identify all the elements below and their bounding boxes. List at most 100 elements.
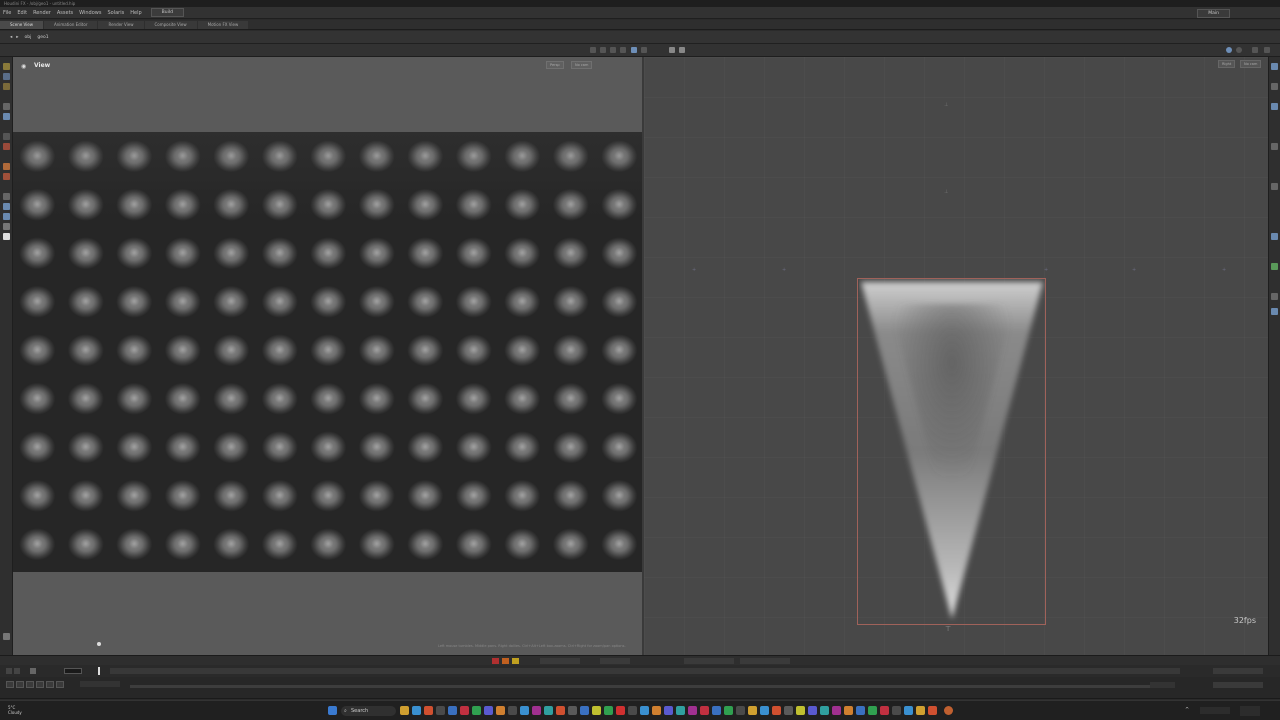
normals-icon[interactable] bbox=[1271, 183, 1278, 190]
handles-icon[interactable] bbox=[3, 103, 10, 110]
app-icon[interactable] bbox=[868, 706, 877, 715]
houdini-app-icon[interactable] bbox=[944, 706, 953, 715]
second-viewport[interactable]: Right No cam ⊥ ⊥ + + + + + ⊤ 32fps bbox=[644, 57, 1268, 655]
pose-icon[interactable] bbox=[3, 83, 10, 90]
app-icon[interactable] bbox=[928, 706, 937, 715]
measure-icon[interactable] bbox=[3, 193, 10, 200]
forward-play-icon[interactable] bbox=[46, 681, 54, 688]
current-frame-field[interactable] bbox=[64, 668, 82, 674]
clock[interactable] bbox=[1240, 706, 1260, 716]
points-icon[interactable] bbox=[1271, 233, 1278, 240]
tab-render-view[interactable]: Render View bbox=[98, 21, 144, 29]
app-icon[interactable] bbox=[568, 706, 577, 715]
scale-tool-icon[interactable] bbox=[620, 47, 626, 53]
lighting-icon[interactable] bbox=[1271, 143, 1278, 150]
tray-chevron-icon[interactable]: ^ bbox=[1185, 707, 1189, 713]
app-icon[interactable] bbox=[808, 706, 817, 715]
key-all-channels-dropdown[interactable] bbox=[1213, 682, 1263, 688]
playhead[interactable] bbox=[98, 667, 100, 675]
light-icon[interactable] bbox=[3, 213, 10, 220]
background-icon[interactable] bbox=[1271, 293, 1278, 300]
browser-icon[interactable] bbox=[412, 706, 421, 715]
playback-dropdown[interactable] bbox=[740, 658, 790, 664]
tab-animation-editor[interactable]: Animation Editor bbox=[43, 21, 98, 29]
camera-icon[interactable] bbox=[3, 203, 10, 210]
shelf-set-selector[interactable]: Main bbox=[1197, 9, 1230, 18]
app-icon[interactable] bbox=[736, 706, 745, 715]
app-icon[interactable] bbox=[520, 706, 529, 715]
app-icon[interactable] bbox=[652, 706, 661, 715]
camera-chip[interactable]: No cam bbox=[571, 61, 593, 69]
app-icon[interactable] bbox=[604, 706, 613, 715]
handle-icon[interactable] bbox=[641, 47, 647, 53]
reverse-play-icon[interactable] bbox=[26, 681, 34, 688]
path-geo[interactable]: geo1 bbox=[37, 35, 48, 40]
record-icon[interactable] bbox=[492, 658, 499, 664]
weather-widget[interactable]: 5°C Cloudy bbox=[8, 705, 22, 715]
guides-icon[interactable] bbox=[1271, 263, 1278, 270]
scene-viewport[interactable]: ◉ View Persp No cam bbox=[13, 57, 642, 655]
app-icon[interactable] bbox=[904, 706, 913, 715]
system-tray[interactable] bbox=[1200, 707, 1230, 714]
overlay-icon[interactable] bbox=[1271, 308, 1278, 315]
search-box[interactable]: ⌕ Search bbox=[341, 706, 396, 716]
realtime-dropdown[interactable] bbox=[684, 658, 734, 664]
timeline-track[interactable] bbox=[98, 667, 1180, 675]
menu-solaris[interactable]: Solaris bbox=[104, 10, 127, 16]
layout-icon[interactable] bbox=[679, 47, 685, 53]
prev-frame-button[interactable] bbox=[14, 668, 20, 674]
app-icon[interactable] bbox=[892, 706, 901, 715]
wireframe-icon[interactable] bbox=[1271, 83, 1278, 90]
app-icon[interactable] bbox=[760, 706, 769, 715]
help-icon[interactable] bbox=[3, 633, 10, 640]
app-icon[interactable] bbox=[772, 706, 781, 715]
maximize-pane-icon[interactable] bbox=[1264, 47, 1270, 53]
app-icon[interactable] bbox=[700, 706, 709, 715]
fps-field[interactable] bbox=[600, 658, 630, 664]
paint-icon[interactable] bbox=[3, 173, 10, 180]
app-icon[interactable] bbox=[916, 706, 925, 715]
tab-scene-view[interactable]: Scene View bbox=[0, 21, 43, 29]
stop-icon[interactable] bbox=[36, 681, 44, 688]
skip-start-icon[interactable] bbox=[6, 681, 14, 688]
select-tool-icon[interactable] bbox=[590, 47, 596, 53]
brush-icon[interactable] bbox=[3, 163, 10, 170]
app-icon[interactable] bbox=[544, 706, 553, 715]
app-icon[interactable] bbox=[448, 706, 457, 715]
app-icon[interactable] bbox=[436, 706, 445, 715]
back-icon[interactable]: ◂ bbox=[10, 35, 12, 40]
link-icon[interactable] bbox=[1236, 47, 1242, 53]
forward-icon[interactable]: ▸ bbox=[16, 35, 18, 40]
menu-windows[interactable]: Windows bbox=[76, 10, 104, 16]
move-tool-icon[interactable] bbox=[600, 47, 606, 53]
range-slider[interactable] bbox=[130, 685, 1150, 688]
app-icon[interactable] bbox=[832, 706, 841, 715]
cone-shape[interactable] bbox=[859, 279, 1045, 624]
keys-dropdown[interactable] bbox=[1213, 668, 1263, 674]
app-icon[interactable] bbox=[724, 706, 733, 715]
app-icon[interactable] bbox=[616, 706, 625, 715]
menu-file[interactable]: File bbox=[0, 10, 14, 16]
tab-motion-fx-view[interactable]: Motion FX View bbox=[197, 21, 249, 29]
app-icon[interactable] bbox=[424, 706, 433, 715]
pane-menu-icon[interactable] bbox=[1252, 47, 1258, 53]
camera-select-chip[interactable]: No cam bbox=[1240, 60, 1262, 68]
frame-start-field[interactable] bbox=[80, 681, 120, 687]
flipbook-icon[interactable] bbox=[3, 233, 10, 240]
frame-range-field[interactable] bbox=[540, 658, 580, 664]
app-icon[interactable] bbox=[580, 706, 589, 715]
select-icon[interactable] bbox=[3, 63, 10, 70]
start-icon[interactable] bbox=[328, 706, 337, 715]
app-icon[interactable] bbox=[592, 706, 601, 715]
tab-composite-view[interactable]: Composite View bbox=[144, 21, 197, 29]
menu-assets[interactable]: Assets bbox=[54, 10, 76, 16]
app-icon[interactable] bbox=[496, 706, 505, 715]
frame-end-field[interactable] bbox=[1150, 682, 1175, 688]
desktop-selector[interactable]: Build bbox=[150, 8, 184, 17]
app-icon[interactable] bbox=[628, 706, 637, 715]
snap-grid-icon[interactable] bbox=[3, 133, 10, 140]
menu-edit[interactable]: Edit bbox=[14, 10, 30, 16]
step-back-icon[interactable] bbox=[16, 681, 24, 688]
first-frame-button[interactable] bbox=[6, 668, 12, 674]
snap-icon[interactable] bbox=[631, 47, 637, 53]
